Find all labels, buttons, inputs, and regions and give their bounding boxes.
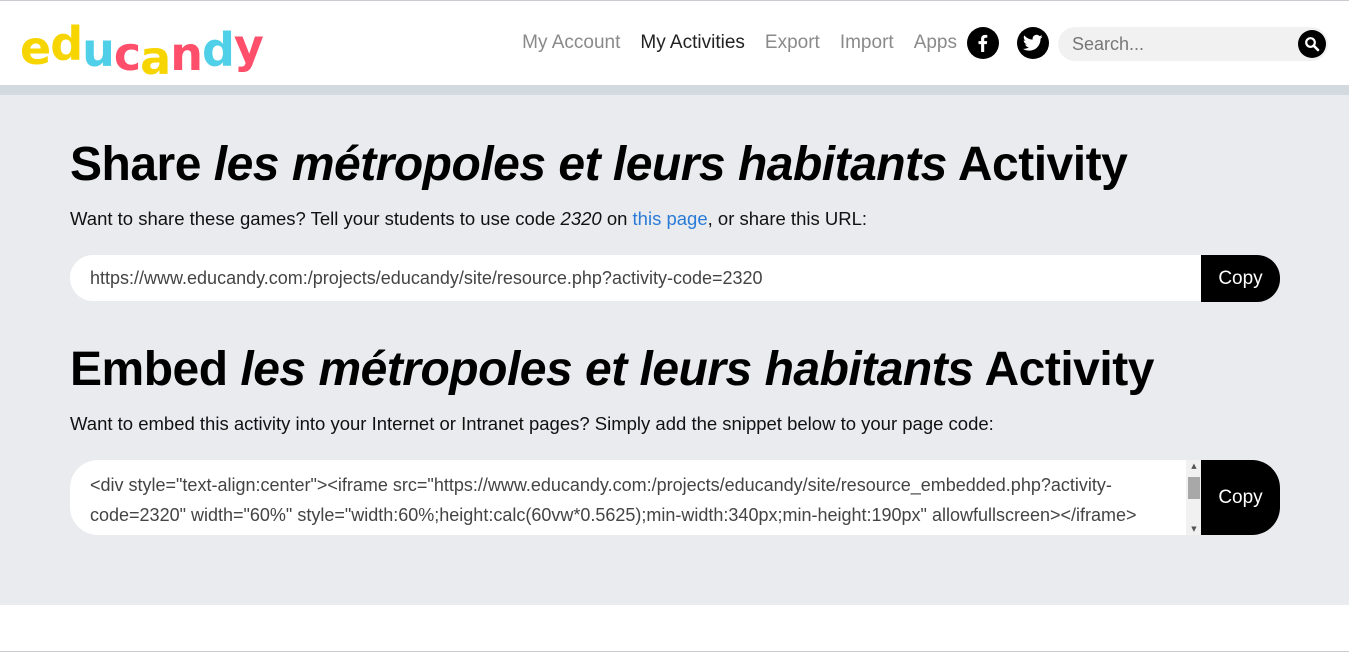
logo-letter: d xyxy=(201,23,235,77)
nav-my-account[interactable]: My Account xyxy=(522,32,620,54)
share-title-prefix: Share xyxy=(70,138,201,191)
search-input[interactable] xyxy=(1072,27,1292,61)
embed-snippet-text[interactable]: <div style="text-align:center"><iframe s… xyxy=(90,470,1180,535)
this-page-link[interactable]: this page xyxy=(633,208,708,229)
embed-title: Embed les métropoles et leurs habitants … xyxy=(70,342,1154,397)
nav-export[interactable]: Export xyxy=(765,32,820,54)
scroll-down-arrow-icon[interactable]: ▼ xyxy=(1186,523,1202,535)
share-title-suffix: Activity xyxy=(957,138,1128,191)
logo-letter: e xyxy=(20,21,51,75)
footer-divider xyxy=(0,648,1349,652)
activity-code: 2320 xyxy=(560,208,602,229)
facebook-link[interactable] xyxy=(967,27,999,59)
share-desc-part1: Want to share these games? Tell your stu… xyxy=(70,208,556,229)
share-desc-part3: , or share this URL: xyxy=(707,208,868,229)
site-header: educandy My Account My Activities Export… xyxy=(0,1,1349,85)
scroll-thumb[interactable] xyxy=(1188,477,1200,499)
snippet-scrollbar[interactable]: ▲ ▼ xyxy=(1186,460,1202,535)
main-content: Share les métropoles et leurs habitants … xyxy=(0,95,1349,605)
copy-url-button[interactable]: Copy xyxy=(1201,255,1280,302)
educandy-logo[interactable]: educandy xyxy=(20,15,264,81)
logo-letter: n xyxy=(170,27,203,81)
nav-import[interactable]: Import xyxy=(840,32,894,54)
embed-title-activity-name: les métropoles et leurs habitants xyxy=(240,343,974,396)
scroll-up-arrow-icon[interactable]: ▲ xyxy=(1186,460,1202,472)
twitter-icon xyxy=(1023,34,1043,51)
logo-letter: u xyxy=(82,23,115,77)
share-description: Want to share these games? Tell your stu… xyxy=(70,208,867,230)
header-divider xyxy=(0,85,1349,95)
share-title-activity-name: les métropoles et leurs habitants xyxy=(213,138,948,191)
embed-snippet-field[interactable]: <div style="text-align:center"><iframe s… xyxy=(70,460,1202,535)
embed-description: Want to embed this activity into your In… xyxy=(70,413,994,434)
share-url-field[interactable]: https://www.educandy.com:/projects/educa… xyxy=(70,255,1202,301)
logo-letter: d xyxy=(50,17,83,71)
copy-embed-button[interactable]: Copy xyxy=(1201,460,1280,535)
nav-apps[interactable]: Apps xyxy=(914,32,957,54)
search-button[interactable] xyxy=(1298,30,1326,58)
search-icon xyxy=(1305,37,1320,52)
facebook-icon xyxy=(978,34,988,52)
logo-letter: y xyxy=(233,19,264,73)
main-nav: My Account My Activities Export Import A… xyxy=(502,1,957,85)
share-title: Share les métropoles et leurs habitants … xyxy=(70,137,1128,192)
embed-title-prefix: Embed xyxy=(70,343,228,396)
search-box xyxy=(1058,27,1328,61)
logo-letter: a xyxy=(140,31,171,85)
nav-my-activities[interactable]: My Activities xyxy=(640,32,745,54)
logo-letter: c xyxy=(113,27,141,81)
embed-title-suffix: Activity xyxy=(984,343,1155,396)
share-desc-part2: on xyxy=(606,208,628,229)
twitter-link[interactable] xyxy=(1017,27,1049,59)
